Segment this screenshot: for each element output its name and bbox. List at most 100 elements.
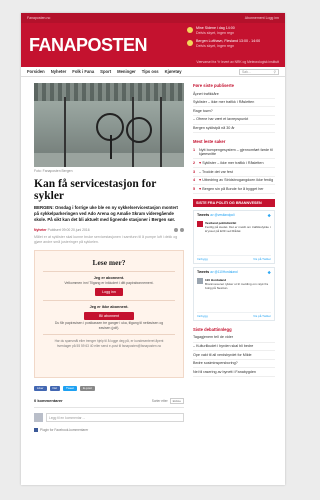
twitter-header: Tweets av @vestlandpoli ❖	[197, 213, 271, 218]
list-item[interactable]: Bedre sosiminspersboring?	[193, 360, 275, 369]
twitter-header: Tweets av @110Hordaland ❖	[197, 270, 271, 275]
list-item[interactable]: Nei til rasering av bynett i Fanabygden	[193, 368, 275, 377]
heart-icon: ♥	[199, 178, 202, 183]
twitter-timeline: Tweets av @110Hordaland ❖ 110 Hordaland B…	[193, 266, 275, 321]
sidebar-heading-latest: Føre siste publiserte	[193, 83, 234, 88]
list-item[interactable]: 5 ♥ Bergen sin på Bonde for å bygget her	[193, 185, 275, 194]
nav-item-nyheter[interactable]: Nyheter	[51, 69, 67, 74]
list-item-text[interactable]: Syklister – ikke mer trafikk i Råsletten	[202, 161, 263, 165]
comment-count: 0 kommentarer	[34, 398, 63, 404]
subscribe-button[interactable]: Bli abonnent	[84, 312, 134, 321]
tweet-text: Brannvesenet rykker ut til melding om rø…	[205, 282, 269, 291]
sun-icon	[187, 27, 193, 33]
comment-input[interactable]: Legg til en kommentar ...	[46, 412, 184, 422]
avatar	[197, 220, 203, 227]
facebook-icon	[34, 427, 38, 432]
paywall-divider	[43, 270, 175, 272]
nav-item-sport[interactable]: Sport	[100, 69, 111, 74]
list-item[interactable]: Tagagjenem tell de vider	[193, 334, 275, 343]
customer-service-text: Har du spørsmål eller trenger hjelp til …	[54, 339, 164, 348]
tweet-text: Ferdig på stedet. Det er meldt om trafik…	[205, 225, 271, 234]
news-page: Fanaposten.no Abonnement Logg inn FANAPO…	[21, 13, 285, 485]
nav-item-tips-oss[interactable]: Tips oss	[142, 69, 159, 74]
rank-number: 5	[193, 186, 196, 191]
twitter-account-link[interactable]: av @110Hordaland	[210, 270, 237, 274]
list-item[interactable]: 4 ♥ Utbedring av Stridsbrogangdoen ikke f…	[193, 177, 275, 186]
search-input[interactable]: Søk... ⚲	[239, 68, 279, 75]
print-icon[interactable]	[174, 227, 178, 232]
publish-date: Publisert 09:00 20.juni 2016	[47, 227, 90, 232]
sort-select[interactable]: Eldste	[169, 397, 184, 404]
mail-icon[interactable]	[180, 227, 184, 232]
rank-number: 4	[193, 178, 196, 183]
top-strip-site[interactable]: Fanaposten.no	[27, 16, 50, 20]
list-item[interactable]: 1 Nytt bompengesystem – gjennomført førde…	[193, 146, 275, 160]
nav-item-meninger[interactable]: Meninger	[117, 69, 136, 74]
list-item[interactable]: Bergen syklistpå nå 30 år	[193, 125, 275, 134]
email-share-button[interactable]: E-post	[80, 385, 95, 391]
photo-pole	[160, 97, 162, 167]
search-icon[interactable]: ⚲	[274, 70, 276, 74]
list-item-text[interactable]: Utbedring av Stridsbrogangdoen ikke ferd…	[202, 178, 273, 182]
login-button[interactable]: Logg inn	[95, 288, 123, 297]
photo-pole	[64, 97, 66, 167]
nav-item-kjoretoy[interactable]: Kjøretøy	[165, 69, 182, 74]
list-item-text[interactable]: Bergen sin på Bonde for å bygget her	[202, 187, 263, 191]
view-on-twitter-link[interactable]: Vis på Twitter	[253, 314, 271, 318]
paywall-title: Lese mer?	[92, 257, 126, 267]
twitter-footer: Innbygg Vis på Twitter	[197, 254, 271, 261]
twitter-timeline: Tweets av @vestlandpoli ❖ Vestland polit…	[193, 209, 275, 264]
paywall-divider	[43, 300, 175, 302]
share-buttons: Liker Del Tweet E-post	[34, 385, 184, 391]
embed-link[interactable]: Innbygg	[197, 314, 208, 318]
plugin-label[interactable]: Plugin for Facebook-kommentarer	[40, 428, 88, 432]
facebook-comments-plugin: Plugin for Facebook-kommentarer	[34, 427, 184, 432]
twitter-footer: Innbygg Vis på Twitter	[197, 311, 271, 318]
twitter-account-link[interactable]: av @vestlandpoli	[210, 213, 234, 217]
list-item-text[interactable]: Nytt bompengesystem – gjennomført førde …	[199, 148, 275, 157]
facebook-like-button[interactable]: Liker	[34, 385, 47, 391]
avatar	[197, 277, 203, 284]
sidebar-heading-most-read: Mest leste saker	[193, 139, 226, 145]
tweet: Vestland politidistrikt Ferdig på stedet.…	[197, 220, 271, 234]
article-lead-text: BERGEN: Onsdag i forrige uke ble en ny s…	[34, 205, 178, 222]
sort-label: Sorter etter	[151, 398, 168, 403]
weather-widget: Mine Sidene i dag 14:00 Delvis skyet, in…	[187, 26, 279, 52]
article-column: Foto: Fanaposten Bergen Kan få servicest…	[34, 83, 184, 432]
nav-item-forsiden[interactable]: Forsiden	[27, 69, 45, 74]
non-subscriber-heading: Jeg er ikke abonnent.	[89, 305, 129, 310]
heart-icon: ♥	[199, 160, 202, 165]
article-teaser: Målet er at syklister skal kunne bruke s…	[34, 234, 178, 244]
list-item[interactable]: 2 ♥ Syklister – ikke mer trafikk i Råslet…	[193, 159, 275, 168]
article-tools	[174, 227, 184, 232]
article-section[interactable]: Nyheter	[34, 228, 47, 232]
most-read-list: 1 Nytt bompengesystem – gjennomført førde…	[193, 146, 275, 194]
site-logo[interactable]: FANAPOSTEN	[29, 35, 148, 56]
top-strip-account-links[interactable]: Abonnement Logg inn	[245, 16, 279, 20]
list-item[interactable]: Åpnet trafikkåre	[193, 90, 275, 99]
weather-row: Bergen Lufthavn, Flesland 13:00 - 14:00 …	[187, 39, 279, 50]
weather-description: Delvis skyet, ingen regn	[196, 44, 235, 49]
heart-icon: ♥	[199, 186, 202, 191]
tweet-button[interactable]: Tweet	[63, 385, 78, 391]
list-item[interactable]: – Ofrene har vært et lavrepspunkt	[193, 116, 275, 125]
list-item-text[interactable]: – Trodde det var fest	[199, 170, 233, 175]
view-on-twitter-link[interactable]: Vis på Twitter	[253, 257, 271, 261]
paywall-box: Lese mer? Jeg er abonnent. Velkommen inn…	[34, 249, 184, 378]
weather-description: Delvis skyet, ingen regn	[196, 31, 235, 36]
list-item[interactable]: – Kulturlikudet i byrden skal bli bedre	[193, 343, 275, 352]
facebook-share-button[interactable]: Del	[49, 385, 61, 391]
article-title: Kan få servicestasjon for sykler	[34, 178, 157, 203]
weather-row: Mine Sidene i dag 14:00 Delvis skyet, in…	[187, 26, 279, 37]
list-item[interactable]: 3– Trodde det var fest	[193, 168, 275, 177]
top-strip: Fanaposten.no Abonnement Logg inn	[21, 13, 285, 23]
search-placeholder: Søk...	[242, 69, 251, 74]
comments-header: 0 kommentarer Sorter etter Eldste	[34, 397, 184, 408]
nav-item-folk-i-fana[interactable]: Folk i Fana	[72, 69, 94, 74]
article-lead: BERGEN: Onsdag i forrige uke ble en ny s…	[34, 205, 184, 222]
article-photo	[34, 83, 184, 167]
list-item[interactable]: Syklister – ikke mer trafikk i Råsletten	[193, 99, 275, 108]
list-item[interactable]: Ope vakt til all verdsbyrdet for Milde	[193, 351, 275, 360]
embed-link[interactable]: Innbygg	[197, 257, 208, 261]
list-item[interactable]: Rage town?	[193, 107, 275, 116]
